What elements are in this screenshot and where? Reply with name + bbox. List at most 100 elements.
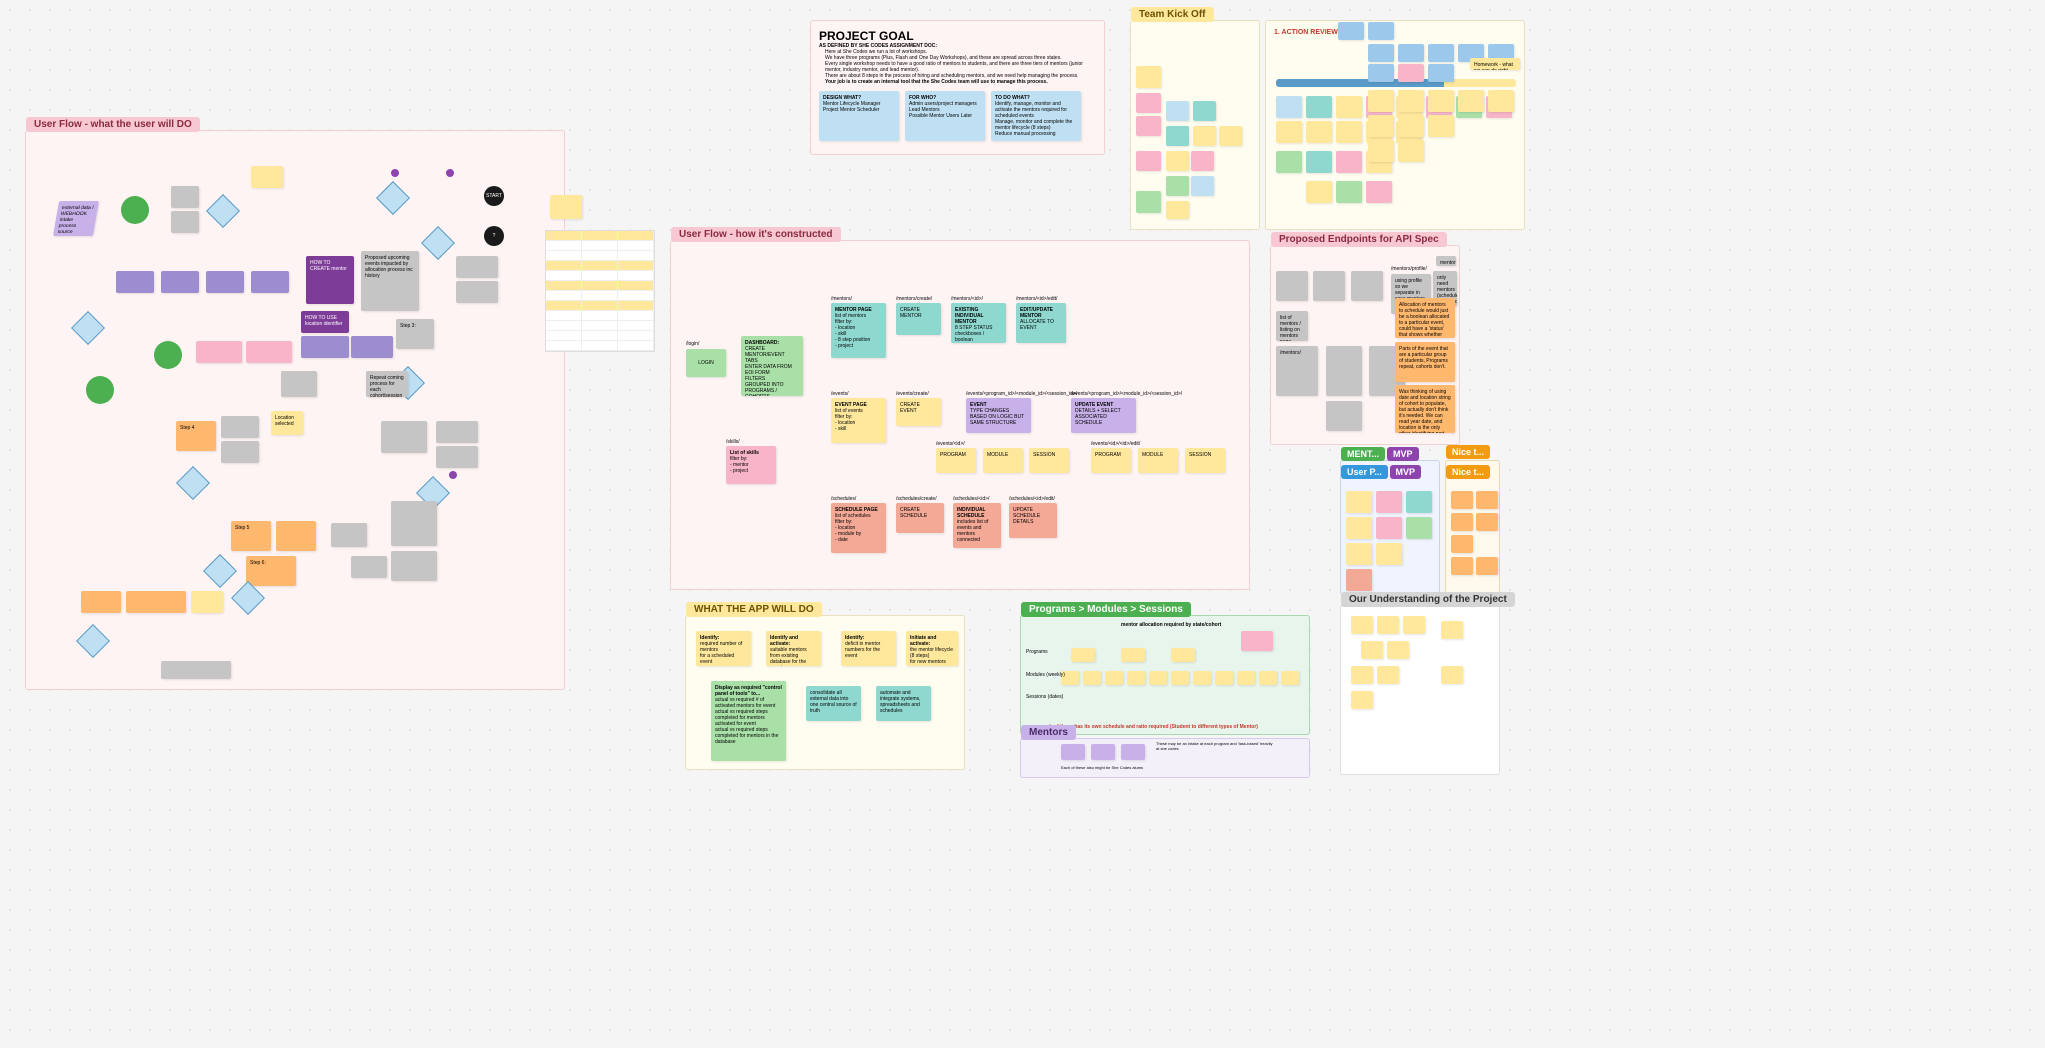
admin-review-2[interactable] bbox=[221, 441, 259, 463]
how-to-create[interactable]: HOW TO CREATE mentor bbox=[306, 256, 354, 304]
schedule-create-card[interactable]: CREATE SCHEDULE bbox=[896, 503, 944, 533]
tree-m10[interactable] bbox=[1259, 671, 1277, 685]
und-8[interactable] bbox=[1351, 691, 1373, 709]
user-flow-construct-frame[interactable]: User Flow - how it's constructed /login/… bbox=[670, 240, 1250, 590]
identify-1[interactable]: Identify: required number of mentors for… bbox=[696, 631, 751, 666]
mentor-id-card[interactable]: EXISTING INDIVIDUAL MENTOR 8 STEP STATUS… bbox=[951, 303, 1006, 343]
tree-m3[interactable] bbox=[1105, 671, 1123, 685]
decision-2[interactable] bbox=[421, 226, 455, 260]
ext-blue-3[interactable] bbox=[1428, 44, 1454, 62]
kickoff-cluster-1[interactable] bbox=[1166, 151, 1189, 171]
events-card[interactable]: EVENT PAGE list of events filter by: - l… bbox=[831, 398, 886, 443]
kickoff-pink-1[interactable] bbox=[1136, 93, 1161, 113]
cohort-pink[interactable] bbox=[1241, 631, 1273, 651]
tree-m11[interactable] bbox=[1281, 671, 1299, 685]
action-sticky-2[interactable] bbox=[161, 271, 199, 293]
user-flow-do-frame[interactable]: User Flow - what the user will DO extern… bbox=[25, 130, 565, 690]
hw-4[interactable] bbox=[1458, 90, 1484, 112]
decision-1[interactable] bbox=[206, 194, 240, 228]
ar-blue-1[interactable] bbox=[1276, 96, 1302, 118]
hw-9[interactable] bbox=[1368, 140, 1394, 162]
ext-blue-6[interactable] bbox=[1368, 64, 1394, 82]
und-10[interactable] bbox=[1441, 666, 1463, 684]
hw-8[interactable] bbox=[1428, 115, 1454, 137]
mvp-sticky-7[interactable] bbox=[1346, 543, 1372, 565]
how-to-use-3[interactable] bbox=[351, 336, 393, 358]
kickoff-green-1[interactable] bbox=[1136, 191, 1161, 213]
schedule-id-card[interactable]: INDIVIDUAL SCHEDULE includes list of eve… bbox=[953, 503, 1001, 548]
tree-p1[interactable] bbox=[1071, 648, 1095, 662]
step6-block[interactable]: Step 6: bbox=[246, 556, 296, 586]
purple-dot-1[interactable] bbox=[391, 169, 399, 177]
bottom-step-2[interactable] bbox=[126, 591, 186, 613]
mentor-edit-card[interactable]: EDIT/UPDATE MENTOR ALLOCATE TO EVENT bbox=[1016, 303, 1066, 343]
tree-m4[interactable] bbox=[1127, 671, 1145, 685]
mvp-sticky-5[interactable] bbox=[1376, 517, 1402, 539]
action-sticky-4[interactable] bbox=[251, 271, 289, 293]
tree-m5[interactable] bbox=[1149, 671, 1167, 685]
ext-blue-2[interactable] bbox=[1398, 44, 1424, 62]
tree-p3[interactable] bbox=[1171, 648, 1195, 662]
orange-note-2[interactable]: Was thinking of using date and location … bbox=[1395, 385, 1455, 433]
gray-bottom-1[interactable] bbox=[391, 501, 437, 546]
project-goal-frame[interactable]: PROJECT GOAL AS DEFINED BY SHE CODES ASS… bbox=[810, 20, 1105, 155]
mvp-sticky-3[interactable] bbox=[1406, 491, 1432, 513]
kickoff-yellow-2[interactable] bbox=[1193, 126, 1216, 146]
location-select[interactable]: Location selected bbox=[271, 411, 303, 435]
confirm-block[interactable] bbox=[281, 371, 317, 397]
app-will-do-frame[interactable]: WHAT THE APP WILL DO Identify: required … bbox=[685, 615, 965, 770]
gray-q3[interactable] bbox=[436, 421, 478, 443]
orange-note-1[interactable]: Parts of the event that are a particular… bbox=[1395, 342, 1455, 382]
gray-pair-a[interactable] bbox=[456, 256, 498, 278]
nice-sticky-1[interactable] bbox=[1451, 491, 1473, 509]
gray-q1[interactable] bbox=[331, 523, 367, 547]
api-gray-5[interactable]: list of mentors / listing on mentors pag… bbox=[1276, 311, 1308, 341]
schedules-card[interactable]: SCHEDULE PAGE list of schedules filter b… bbox=[831, 503, 886, 553]
purple-dot-2[interactable] bbox=[446, 169, 454, 177]
mini-table[interactable] bbox=[545, 230, 655, 352]
und-5[interactable] bbox=[1387, 641, 1409, 659]
mvp-sticky-6[interactable] bbox=[1406, 517, 1432, 539]
hw-1[interactable] bbox=[1368, 90, 1394, 112]
how-to-use-2[interactable] bbox=[301, 336, 349, 358]
orange-note-3[interactable]: Allocation of mentors to schedule would … bbox=[1395, 298, 1455, 338]
identify-3[interactable]: Identify: deficit in mentor numbers for … bbox=[841, 631, 896, 666]
kickoff-yellow-4[interactable] bbox=[1166, 201, 1189, 219]
kickoff-blue-1[interactable] bbox=[1166, 101, 1189, 121]
ext-blue-1[interactable] bbox=[1368, 44, 1394, 62]
hw-3[interactable] bbox=[1428, 90, 1454, 112]
nice-sticky-3[interactable] bbox=[1451, 513, 1473, 531]
initiate[interactable]: Initiate and activate: the mentor lifecy… bbox=[906, 631, 958, 666]
ar-r4-2[interactable] bbox=[1336, 181, 1362, 203]
ar-r3-1[interactable] bbox=[1276, 151, 1302, 173]
mentors-frame[interactable]: Mentors These may be an intake at each p… bbox=[1020, 738, 1310, 778]
mvp-sticky-8[interactable] bbox=[1376, 543, 1402, 565]
step3-node[interactable]: Step 3: bbox=[396, 319, 434, 349]
api-gray-9[interactable] bbox=[1326, 401, 1362, 431]
ar-yellow-1[interactable] bbox=[1336, 96, 1362, 118]
decision-3[interactable] bbox=[71, 311, 105, 345]
bottom-yellow[interactable] bbox=[191, 591, 223, 613]
nice-sticky-7[interactable] bbox=[1476, 557, 1498, 575]
mentor-type-2[interactable] bbox=[1091, 744, 1115, 760]
gray-bottom-2[interactable] bbox=[391, 551, 437, 581]
gray-q4[interactable] bbox=[436, 446, 478, 468]
api-gray-1[interactable] bbox=[1276, 271, 1308, 301]
mentors-card[interactable]: MENTOR PAGE list of mentors filter by: -… bbox=[831, 303, 886, 358]
mvp-frame-1[interactable]: MENT... MVP User P... MVP bbox=[1340, 460, 1440, 595]
tree-m9[interactable] bbox=[1237, 671, 1255, 685]
und-6[interactable] bbox=[1351, 666, 1373, 684]
ar-r4-1[interactable] bbox=[1306, 181, 1332, 203]
kickoff-pink-3[interactable] bbox=[1136, 151, 1161, 171]
hw-5[interactable] bbox=[1488, 90, 1514, 112]
repeat-block[interactable]: Repeat coming process for each cohort/se… bbox=[366, 371, 408, 397]
module-card[interactable]: MODULE bbox=[983, 448, 1023, 473]
und-1[interactable] bbox=[1351, 616, 1373, 634]
dashboard-card[interactable]: DASHBOARD: CREATE MENTOR/EVENT TABS ENTE… bbox=[741, 336, 803, 396]
flow-sticky-1[interactable] bbox=[251, 166, 283, 188]
goal-col3[interactable]: TO DO WHAT? Identify, manage, monitor an… bbox=[991, 91, 1081, 141]
admin-review-1[interactable] bbox=[221, 416, 259, 438]
schedule-edit-card[interactable]: UPDATE SCHEDULE DETAILS bbox=[1009, 503, 1057, 538]
finish-black[interactable]: ? bbox=[484, 226, 504, 246]
program-card[interactable]: PROGRAM bbox=[936, 448, 976, 473]
